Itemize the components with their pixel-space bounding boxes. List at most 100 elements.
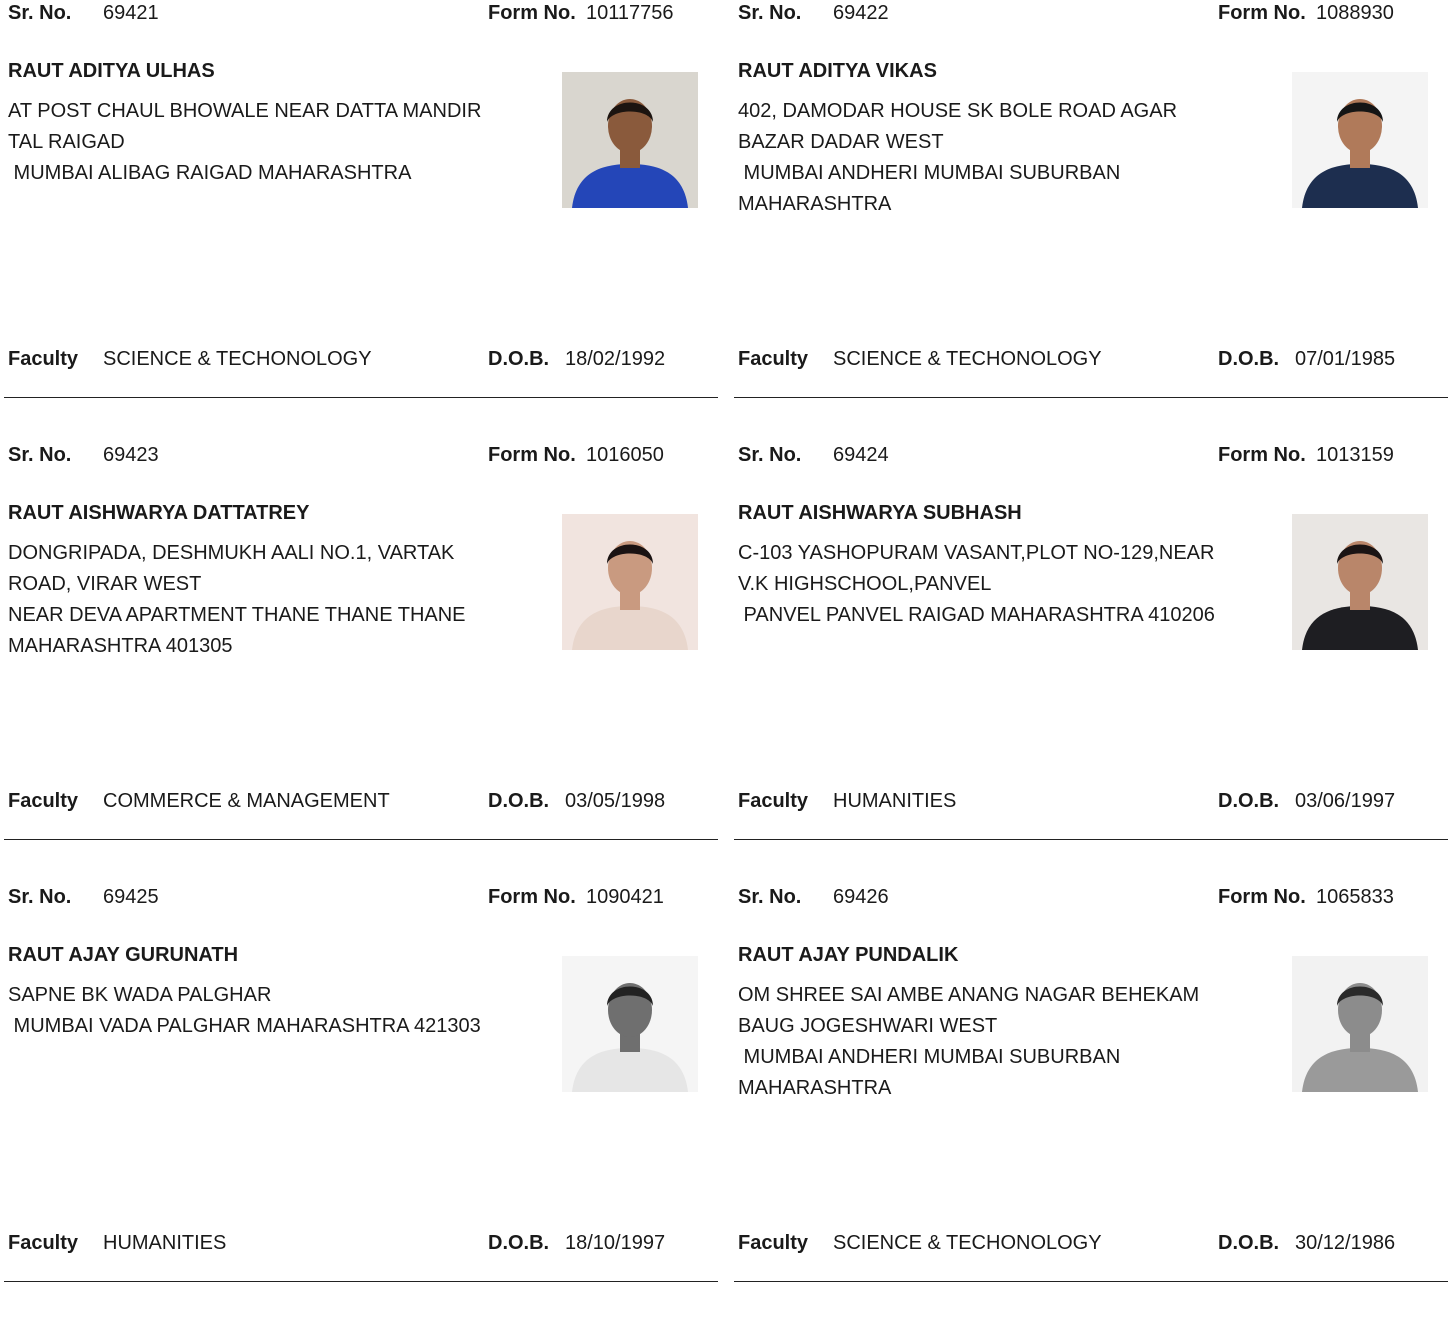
record-card: Sr. No. 69423 Form No. 1016050 RAUT AISH…	[0, 442, 718, 883]
record-card: Sr. No. 69421 Form No. 10117756 RAUT ADI…	[0, 0, 718, 441]
address-line: OM SHREE SAI AMBE ANANG NAGAR BEHEKAM	[738, 984, 1200, 1006]
address-line: MAHARASHTRA 401305	[8, 635, 233, 657]
address-line: BAUG JOGESHWARI WEST	[738, 1015, 998, 1037]
card-divider	[734, 1281, 1448, 1282]
candidate-name: RAUT AJAY GURUNATH	[8, 944, 239, 966]
faculty-label: Faculty	[8, 1232, 79, 1254]
address-line: BAZAR DADAR WEST	[738, 131, 944, 153]
candidate-photo	[562, 72, 698, 208]
faculty-value: SCIENCE & TECHONOLOGY	[833, 1232, 1102, 1254]
form-no-value: 1013159	[1316, 444, 1394, 466]
address-line: AT POST CHAUL BHOWALE NEAR DATTA MANDIR	[8, 100, 482, 122]
candidate-photo	[1292, 956, 1428, 1092]
address-line: NEAR DEVA APARTMENT THANE THANE THANE	[8, 604, 466, 626]
dob-label: D.O.B.	[488, 348, 550, 370]
dob-value: 18/02/1992	[565, 348, 666, 370]
portrait-icon	[1292, 514, 1428, 650]
address-line: MAHARASHTRA	[738, 1077, 892, 1099]
form-no-value: 1088930	[1316, 2, 1394, 24]
card-divider	[4, 1281, 718, 1282]
sr-no-value: 69425	[103, 886, 159, 908]
candidate-address: SAPNE BK WADA PALGHAR MUMBAI VADA PALGHA…	[8, 980, 538, 1042]
card-divider	[4, 397, 718, 398]
form-no-value: 1090421	[586, 886, 664, 908]
address-line: MUMBAI ANDHERI MUMBAI SUBURBAN	[738, 162, 1121, 184]
address-line: MUMBAI ANDHERI MUMBAI SUBURBAN	[738, 1046, 1121, 1068]
candidate-photo	[1292, 72, 1428, 208]
card-divider	[4, 839, 718, 840]
form-no-label: Form No.	[1218, 886, 1306, 908]
dob-value: 18/10/1997	[565, 1232, 666, 1254]
sr-no-label: Sr. No.	[8, 444, 72, 466]
card-divider	[734, 839, 1448, 840]
candidate-name: RAUT AJAY PUNDALIK	[738, 944, 959, 966]
address-line: V.K HIGHSCHOOL,PANVEL	[738, 573, 992, 595]
dob-label: D.O.B.	[1218, 790, 1280, 812]
record-card: Sr. No. 69422 Form No. 1088930 RAUT ADIT…	[730, 0, 1448, 441]
dob-value: 03/06/1997	[1295, 790, 1396, 812]
portrait-icon	[562, 72, 698, 208]
address-line: PANVEL PANVEL RAIGAD MAHARASHTRA 410206	[738, 604, 1215, 626]
faculty-value: SCIENCE & TECHONOLOGY	[833, 348, 1102, 370]
dob-label: D.O.B.	[1218, 1232, 1280, 1254]
candidate-address: C-103 YASHOPURAM VASANT,PLOT NO-129,NEAR…	[738, 538, 1268, 631]
candidate-address: DONGRIPADA, DESHMUKH AALI NO.1, VARTAK RO…	[8, 538, 538, 662]
portrait-icon	[562, 514, 698, 650]
faculty-label: Faculty	[738, 790, 809, 812]
faculty-label: Faculty	[8, 790, 79, 812]
sr-no-value: 69423	[103, 444, 159, 466]
sr-no-label: Sr. No.	[8, 886, 72, 908]
form-no-label: Form No.	[1218, 444, 1306, 466]
faculty-value: HUMANITIES	[833, 790, 957, 812]
sr-no-value: 69421	[103, 2, 159, 24]
form-no-value: 10117756	[586, 2, 674, 24]
form-no-label: Form No.	[488, 2, 576, 24]
faculty-label: Faculty	[738, 348, 809, 370]
address-line: MUMBAI VADA PALGHAR MAHARASHTRA 421303	[8, 1015, 481, 1037]
address-line: DONGRIPADA, DESHMUKH AALI NO.1, VARTAK	[8, 542, 455, 564]
record-card: Sr. No. 69424 Form No. 1013159 RAUT AISH…	[730, 442, 1448, 883]
card-divider	[734, 397, 1448, 398]
portrait-icon	[562, 956, 698, 1092]
dob-value: 30/12/1986	[1295, 1232, 1396, 1254]
form-no-label: Form No.	[488, 886, 576, 908]
candidate-photo	[1292, 514, 1428, 650]
faculty-value: HUMANITIES	[103, 1232, 227, 1254]
sr-no-label: Sr. No.	[738, 886, 802, 908]
address-line: TAL RAIGAD	[8, 131, 125, 153]
candidate-name: RAUT AISHWARYA SUBHASH	[738, 502, 1022, 524]
form-no-label: Form No.	[1218, 2, 1306, 24]
address-line: SAPNE BK WADA PALGHAR	[8, 984, 272, 1006]
dob-label: D.O.B.	[1218, 348, 1280, 370]
candidate-photo	[562, 956, 698, 1092]
sr-no-label: Sr. No.	[8, 2, 72, 24]
dob-value: 03/05/1998	[565, 790, 666, 812]
portrait-icon	[1292, 72, 1428, 208]
dob-value: 07/01/1985	[1295, 348, 1396, 370]
record-card: Sr. No. 69425 Form No. 1090421 RAUT AJAY…	[0, 884, 718, 1325]
sr-no-value: 69424	[833, 444, 889, 466]
candidate-address: 402, DAMODAR HOUSE SK BOLE ROAD AGAR BAZA…	[738, 96, 1268, 220]
faculty-value: SCIENCE & TECHONOLOGY	[103, 348, 372, 370]
address-line: MAHARASHTRA	[738, 193, 892, 215]
sr-no-value: 69426	[833, 886, 889, 908]
sr-no-value: 69422	[833, 2, 889, 24]
address-line: MUMBAI ALIBAG RAIGAD MAHARASHTRA	[8, 162, 412, 184]
candidate-name: RAUT ADITYA ULHAS	[8, 60, 215, 82]
candidate-name: RAUT ADITYA VIKAS	[738, 60, 937, 82]
form-no-value: 1065833	[1316, 886, 1394, 908]
candidate-address: OM SHREE SAI AMBE ANANG NAGAR BEHEKAM BAU…	[738, 980, 1268, 1104]
address-line: C-103 YASHOPURAM VASANT,PLOT NO-129,NEAR	[738, 542, 1215, 564]
faculty-label: Faculty	[8, 348, 79, 370]
sr-no-label: Sr. No.	[738, 2, 802, 24]
sr-no-label: Sr. No.	[738, 444, 802, 466]
form-no-label: Form No.	[488, 444, 576, 466]
record-card: Sr. No. 69426 Form No. 1065833 RAUT AJAY…	[730, 884, 1448, 1325]
dob-label: D.O.B.	[488, 790, 550, 812]
candidate-name: RAUT AISHWARYA DATTATREY	[8, 502, 310, 524]
candidate-address: AT POST CHAUL BHOWALE NEAR DATTA MANDIR T…	[8, 96, 538, 189]
address-line: 402, DAMODAR HOUSE SK BOLE ROAD AGAR	[738, 100, 1178, 122]
candidate-photo	[562, 514, 698, 650]
form-no-value: 1016050	[586, 444, 664, 466]
faculty-value: COMMERCE & MANAGEMENT	[103, 790, 390, 812]
